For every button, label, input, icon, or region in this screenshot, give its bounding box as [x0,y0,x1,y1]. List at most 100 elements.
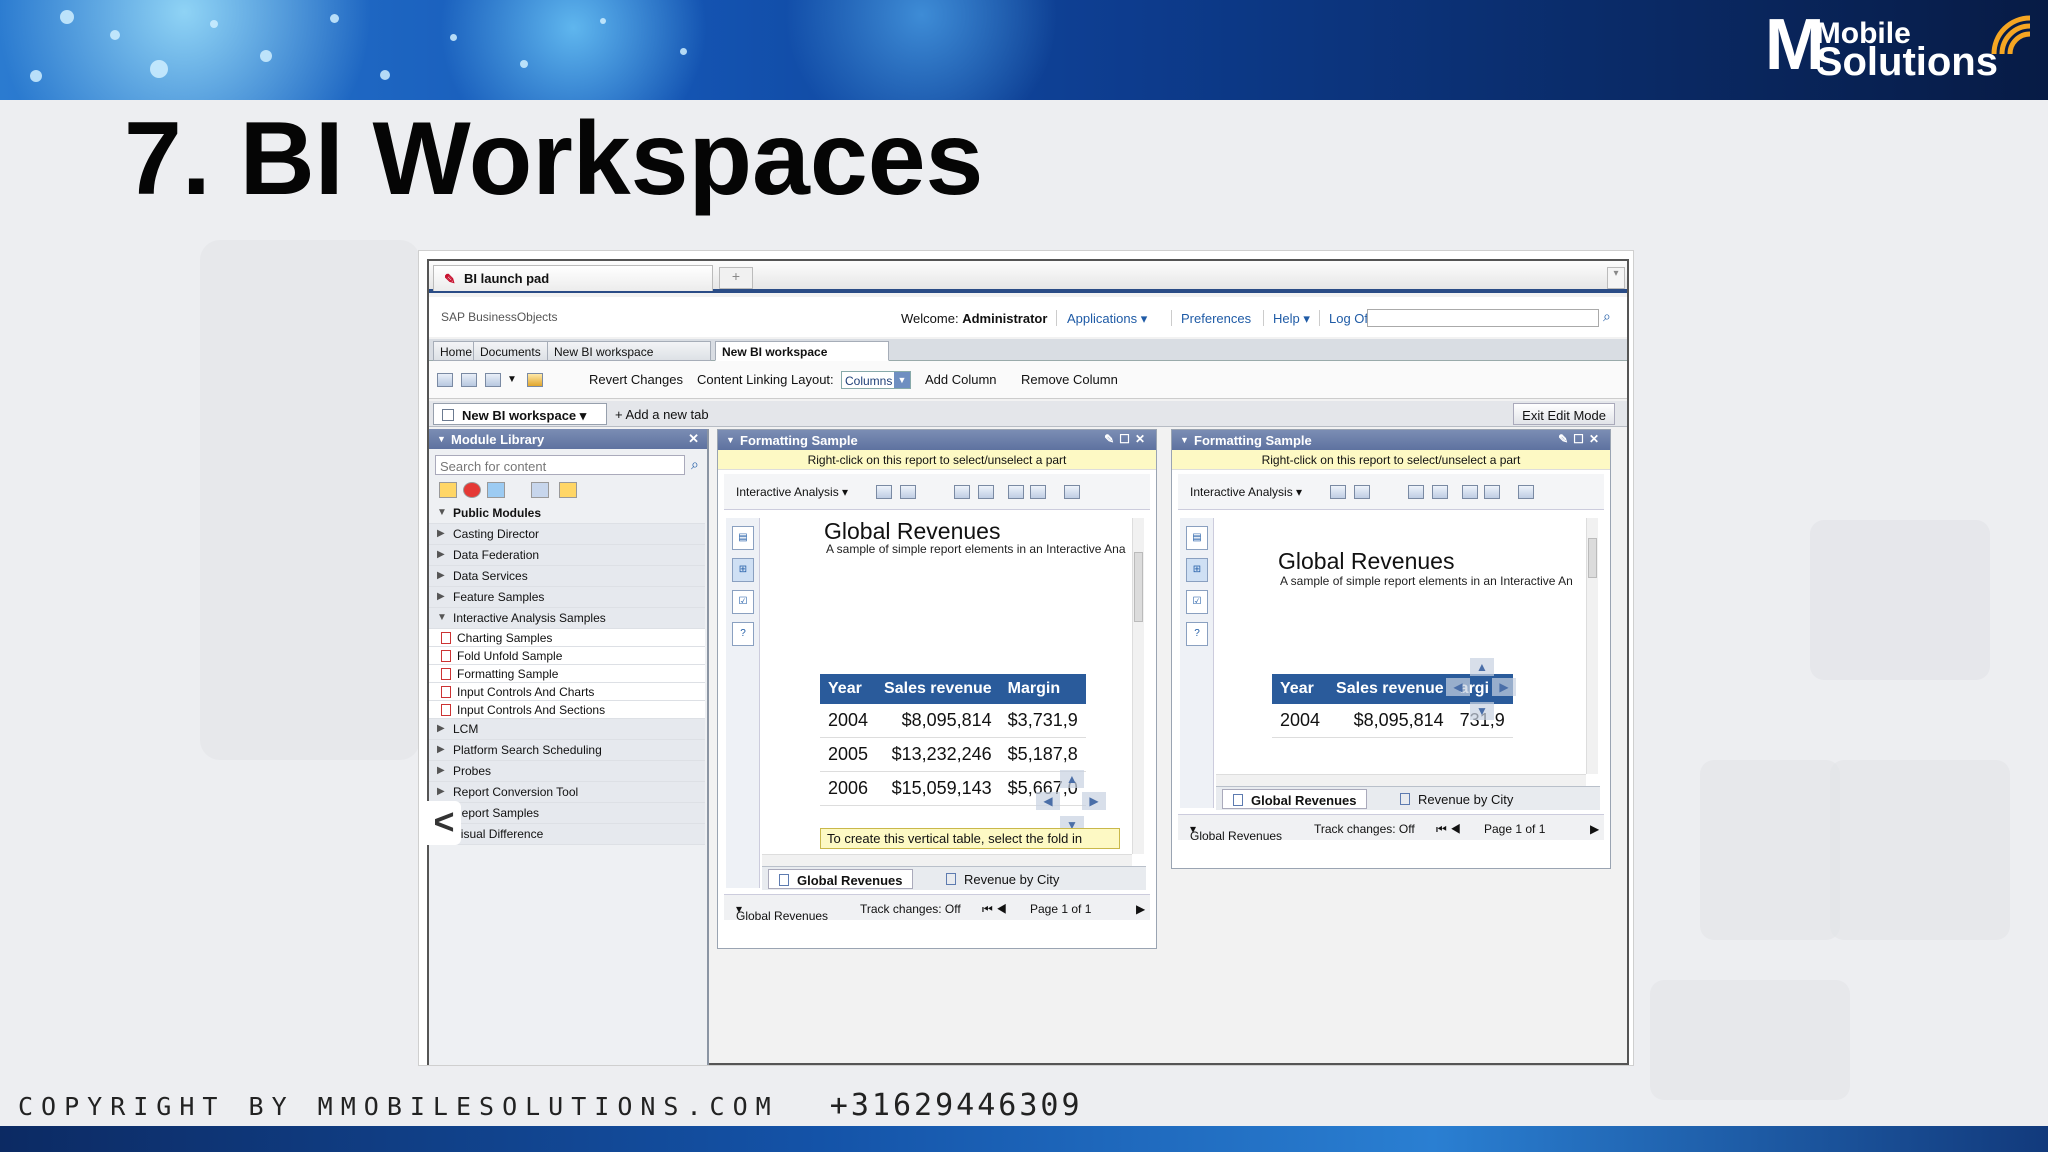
folder-icon[interactable] [439,482,457,498]
help-menu[interactable]: Help ▾ [1273,311,1310,327]
tree-item[interactable]: ▼ Interactive Analysis Samples [429,608,705,629]
tree-sub-item[interactable]: Input Controls And Charts [429,683,705,701]
arrow-down-icon[interactable]: ▼ [1470,702,1494,720]
document-icon[interactable]: ▤ [1186,526,1208,550]
find-icon[interactable] [1432,485,1448,499]
list-icon[interactable] [531,482,549,498]
tree-item[interactable]: ▶ Report Conversion Tool [429,782,705,803]
favorites-icon[interactable] [559,482,577,498]
history-icon[interactable] [1462,485,1478,499]
tree-sub-item[interactable]: Charting Samples [429,629,705,647]
status-report[interactable]: Global Revenues ▾ [1190,822,1282,843]
open-icon[interactable] [1330,485,1346,499]
tree-item[interactable]: ▶ Platform Search Scheduling [429,740,705,761]
report-tab-global-revenues[interactable]: Global Revenues [1222,789,1368,809]
applications-menu[interactable]: Applications ▾ [1067,311,1147,327]
browser-tab[interactable]: ✎ BI launch pad [433,265,713,291]
input-controls-icon[interactable]: ☑ [732,590,754,614]
search-icon[interactable]: ⌕ [1603,308,1611,325]
save-icon[interactable] [485,373,501,387]
search-icon[interactable]: ⌕ [691,456,699,473]
tree-item[interactable]: ▶Visual Difference [429,824,705,845]
export-icon[interactable] [1030,485,1046,499]
open-icon[interactable] [876,485,892,499]
column-header[interactable]: Year [1272,674,1329,704]
help-icon[interactable]: ? [1186,622,1208,646]
tree-item[interactable]: ▶ Data Services [429,566,705,587]
vertical-scrollbar[interactable] [1586,518,1598,774]
arrow-up-icon[interactable]: ▲ [1060,770,1084,788]
tree-sub-item[interactable]: Formatting Sample [429,665,705,683]
revert-changes-button[interactable]: Revert Changes [589,372,683,387]
horizontal-scrollbar[interactable] [1216,774,1586,786]
tree-sub-item[interactable]: Input Controls And Sections [429,701,705,719]
column-header[interactable]: Year [820,674,877,704]
navigation-map-icon[interactable]: ⊞ [732,558,754,582]
revenue-table[interactable]: Year Sales revenue Margin 2004 $8,095,814… [820,674,1086,806]
arrow-right-icon[interactable]: ▶ [1492,678,1516,696]
report-canvas[interactable]: Global Revenues A sample of simple repor… [1216,518,1586,774]
layout-select[interactable]: Columns ▼ [841,371,911,389]
panel-controls[interactable]: ✎☐✕ [1558,432,1604,446]
preferences-link[interactable]: Preferences [1181,311,1251,326]
tree-item[interactable]: ▶ LCM [429,719,705,740]
collapse-icon[interactable]: ▼ [1180,435,1189,445]
arrow-left-icon[interactable]: ◀ [1446,678,1470,696]
status-report[interactable]: Global Revenues ▾ [736,902,828,923]
new-module-icon[interactable] [437,373,453,387]
collapse-icon[interactable]: ▾ [1607,267,1625,289]
tree-item[interactable]: ▶Report Samples [429,803,705,824]
tree-item[interactable]: ▶ Probes [429,761,705,782]
remove-column-button[interactable]: Remove Column [1021,372,1118,387]
delete-icon[interactable] [527,373,543,387]
arrow-up-icon[interactable]: ▲ [1470,658,1494,676]
page-nav-first[interactable]: ⏮ ◀ [1436,822,1461,837]
save-icon[interactable] [1354,485,1370,499]
alert-icon[interactable] [463,482,481,498]
arrow-right-icon[interactable]: ▶ [1082,792,1106,810]
chevron-down-icon[interactable]: ▼ [507,374,517,385]
grid-icon[interactable] [461,373,477,387]
status-track-changes[interactable]: Track changes: Off [1314,822,1415,836]
report-canvas[interactable]: Global Revenues A sample of simple repor… [762,518,1132,854]
interactive-analysis-menu[interactable]: Interactive Analysis ▾ [736,485,848,499]
email-icon[interactable] [1518,485,1534,499]
document-icon[interactable]: ▤ [732,526,754,550]
help-icon[interactable]: ? [732,622,754,646]
status-track-changes[interactable]: Track changes: Off [860,902,961,916]
log-off-link[interactable]: Log Off [1329,311,1371,326]
column-header[interactable]: Sales revenue [1328,674,1452,704]
workspace-tab[interactable]: New BI workspace ▾ [433,403,607,425]
module-search-input[interactable]: Search for content [435,455,685,475]
column-header[interactable]: Margin [999,674,1086,704]
page-nav-first[interactable]: ⏮ ◀ [982,902,1007,917]
history-icon[interactable] [1008,485,1024,499]
print-icon[interactable] [954,485,970,499]
table-row[interactable]: 2004 $8,095,814 $3,731,9 [820,704,1086,738]
report-tab-global-revenues[interactable]: Global Revenues [768,869,914,889]
tree-item[interactable]: ▶ Feature Samples [429,587,705,608]
page-nav-next[interactable]: ▶ [1590,822,1599,836]
tree-sub-item[interactable]: Fold Unfold Sample [429,647,705,665]
input-controls-icon[interactable]: ☑ [1186,590,1208,614]
add-new-tab-button[interactable]: + Add a new tab [615,407,709,422]
save-icon[interactable] [900,485,916,499]
horizontal-scrollbar[interactable] [762,854,1132,866]
close-icon[interactable]: ✕ [688,431,699,447]
report-tab-revenue-by-city[interactable]: Revenue by City [1390,789,1523,809]
column-header[interactable]: Sales revenue [876,674,1000,704]
tab-new-bi-workspace-active[interactable]: New BI workspace [715,341,889,361]
tree-item[interactable]: ▶ Data Federation [429,545,705,566]
exit-edit-mode-button[interactable]: Exit Edit Mode [1513,403,1615,425]
find-icon[interactable] [978,485,994,499]
new-tab-button[interactable]: + [719,267,753,289]
email-icon[interactable] [1064,485,1080,499]
export-icon[interactable] [1484,485,1500,499]
report-tab-revenue-by-city[interactable]: Revenue by City [936,869,1069,889]
add-column-button[interactable]: Add Column [925,372,997,387]
tab-new-bi-workspace[interactable]: New BI workspace [547,341,711,361]
tree-root[interactable]: ▼ Public Modules [429,503,705,524]
modules-icon[interactable] [487,482,505,498]
content-linking-button[interactable]: Content Linking [697,372,787,387]
arrow-left-icon[interactable]: ◀ [1036,792,1060,810]
